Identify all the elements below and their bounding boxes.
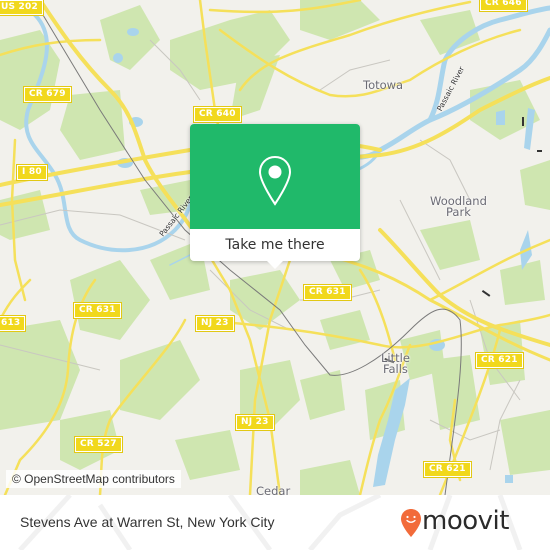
moovit-wordmark: moovit <box>422 506 509 536</box>
route-shield-cr-613: 613 <box>0 315 27 332</box>
route-shield-us-202: US 202 <box>0 0 44 16</box>
place-label-little-falls: Little Falls <box>381 351 410 376</box>
popup-header <box>190 124 360 229</box>
map-pin-icon <box>258 155 292 206</box>
footer: Stevens Ave at Warren St, New York City … <box>0 495 550 550</box>
stop-title: Stevens Ave at Warren St, New York City <box>20 514 275 530</box>
route-shield-cr-621-south: CR 621 <box>423 461 472 478</box>
route-shield-nj-23-south: NJ 23 <box>235 414 275 431</box>
place-label-woodland-park: Woodland Park <box>430 194 487 219</box>
route-shield-cr-621-east: CR 621 <box>475 352 524 369</box>
route-shield-cr-527: CR 527 <box>74 436 123 453</box>
route-shield-cr-646: CR 646 <box>479 0 528 12</box>
place-label-cedar: Cedar <box>256 484 291 495</box>
take-me-there-button[interactable]: Take me there <box>190 229 360 261</box>
place-label-totowa: Totowa <box>363 78 404 92</box>
route-shield-cr-631-west: CR 631 <box>73 302 122 319</box>
route-shield-cr-631-east: CR 631 <box>303 284 352 301</box>
moovit-pin-icon <box>401 509 421 537</box>
location-popup[interactable]: Take me there <box>190 124 360 269</box>
route-shield-nj-23-north: NJ 23 <box>195 315 235 332</box>
route-shield-cr-679: CR 679 <box>23 86 72 103</box>
route-shield-cr-640: CR 640 <box>193 106 242 123</box>
popup-pointer <box>267 261 283 269</box>
route-shield-i-80: I 80 <box>16 164 48 181</box>
map-attribution: © OpenStreetMap contributors <box>6 470 181 488</box>
map[interactable]: US 202 CR 646 CR 679 CR 640 I 80 CR 631 … <box>0 0 550 495</box>
